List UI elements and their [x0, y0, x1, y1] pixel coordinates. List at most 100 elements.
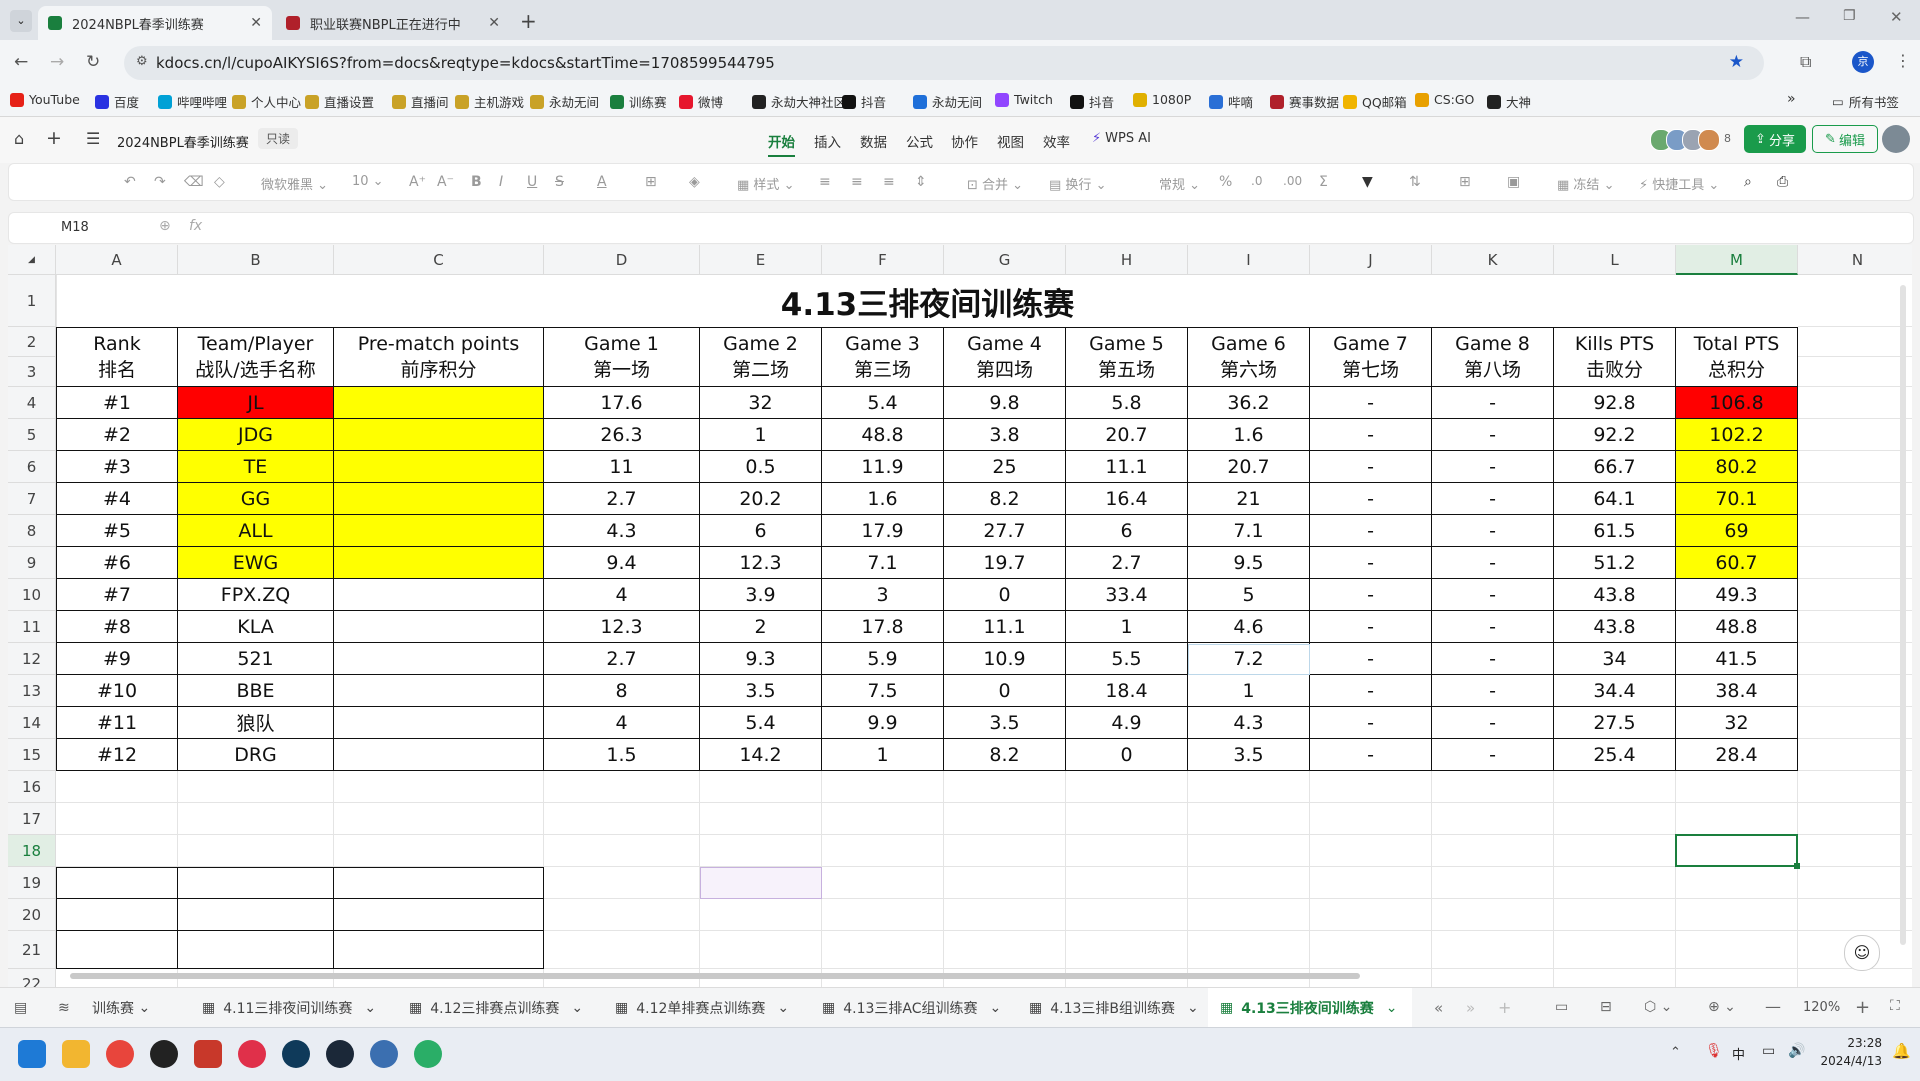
- all-bookmarks-button[interactable]: ▭ 所有书签: [1832, 92, 1899, 111]
- display-icon[interactable]: ▭: [1762, 1043, 1775, 1059]
- team-cell[interactable]: JL: [178, 387, 334, 419]
- total-cell[interactable]: 80.2: [1676, 451, 1798, 483]
- bold-icon[interactable]: B: [471, 174, 482, 190]
- total-cell[interactable]: 38.4: [1676, 675, 1798, 707]
- game2-cell[interactable]: 32: [700, 387, 822, 419]
- zoom-formula-icon[interactable]: ⊕: [159, 218, 171, 234]
- menu-1[interactable]: 插入: [814, 131, 841, 151]
- header-cell[interactable]: Game 6 第六场: [1188, 327, 1310, 387]
- game8-cell[interactable]: -: [1432, 675, 1554, 707]
- decimal-increase-icon[interactable]: .0: [1251, 174, 1262, 188]
- window-close-icon[interactable]: ✕: [1890, 8, 1903, 26]
- sheet-tab[interactable]: ▦ 4.13三排AC组训练赛 ⌄: [810, 988, 1001, 1028]
- game6-cell[interactable]: 9.5: [1188, 547, 1310, 579]
- game8-cell[interactable]: -: [1432, 611, 1554, 643]
- font-size-select[interactable]: 10 ⌄: [352, 174, 384, 189]
- row-header-16[interactable]: 16: [8, 771, 56, 803]
- game8-cell[interactable]: -: [1432, 707, 1554, 739]
- game8-cell[interactable]: -: [1432, 547, 1554, 579]
- menu-6[interactable]: 效率: [1043, 131, 1070, 151]
- game-app-icon[interactable]: [194, 1040, 222, 1068]
- empty-bordered-cell[interactable]: [178, 899, 334, 931]
- vertical-align-icon[interactable]: ⇕: [915, 174, 927, 190]
- team-cell[interactable]: BBE: [178, 675, 334, 707]
- bookmark-item[interactable]: 个人中心: [232, 92, 301, 111]
- menu-icon[interactable]: ☰: [86, 129, 100, 148]
- game3-cell[interactable]: 3: [822, 579, 944, 611]
- menu-3[interactable]: 公式: [906, 131, 933, 151]
- edit-button[interactable]: ✎ 编辑: [1812, 125, 1878, 153]
- bookmark-item[interactable]: 永劫无间: [913, 92, 982, 111]
- empty-bordered-cell[interactable]: [334, 931, 544, 969]
- total-cell[interactable]: 69: [1676, 515, 1798, 547]
- game1-cell[interactable]: 2.7: [544, 483, 700, 515]
- header-cell[interactable]: Game 1 第一场: [544, 327, 700, 387]
- game1-cell[interactable]: 26.3: [544, 419, 700, 451]
- notification-icon[interactable]: 🔔: [1892, 1042, 1911, 1060]
- browser-menu-icon[interactable]: ⋮: [1895, 51, 1911, 70]
- align-right-icon[interactable]: ≡: [883, 174, 895, 190]
- game1-cell[interactable]: 4: [544, 707, 700, 739]
- kills-cell[interactable]: 61.5: [1554, 515, 1676, 547]
- game4-cell[interactable]: 0: [944, 579, 1066, 611]
- url-input[interactable]: ⚙ kdocs.cn/l/cupoAIKYSI6S?from=docs&reqt…: [124, 46, 1764, 80]
- rank-cell[interactable]: #9: [56, 643, 178, 675]
- app-icon[interactable]: [282, 1040, 310, 1068]
- menu-2[interactable]: 数据: [860, 131, 887, 151]
- total-cell[interactable]: 70.1: [1676, 483, 1798, 515]
- header-cell[interactable]: Game 7 第七场: [1310, 327, 1432, 387]
- column-header-c[interactable]: C: [334, 245, 544, 275]
- prematch-cell[interactable]: [334, 739, 544, 771]
- tray-chevron-icon[interactable]: ⌃: [1670, 1045, 1681, 1060]
- row-header-1[interactable]: 1: [8, 275, 56, 327]
- column-header-g[interactable]: G: [944, 245, 1066, 275]
- prematch-cell[interactable]: [334, 451, 544, 483]
- row-header-5[interactable]: 5: [8, 419, 56, 451]
- horizontal-scrollbar[interactable]: [70, 973, 1360, 979]
- game2-cell[interactable]: 5.4: [700, 707, 822, 739]
- team-cell[interactable]: DRG: [178, 739, 334, 771]
- team-cell[interactable]: 521: [178, 643, 334, 675]
- chevron-down-icon[interactable]: ⌄: [1386, 1000, 1398, 1016]
- game4-cell[interactable]: 19.7: [944, 547, 1066, 579]
- game2-cell[interactable]: 20.2: [700, 483, 822, 515]
- wps-ai-button[interactable]: ⚡ WPS AI: [1092, 131, 1151, 146]
- netease-music-icon[interactable]: [238, 1040, 266, 1068]
- game6-cell[interactable]: 21: [1188, 483, 1310, 515]
- bookmarks-overflow-icon[interactable]: »: [1787, 91, 1796, 107]
- game4-cell[interactable]: 25: [944, 451, 1066, 483]
- microphone-icon[interactable]: 🎙: [1705, 1043, 1723, 1059]
- percent-icon[interactable]: %: [1219, 174, 1232, 190]
- game5-cell[interactable]: 11.1: [1066, 451, 1188, 483]
- header-cell[interactable]: Total PTS 总积分: [1676, 327, 1798, 387]
- prematch-cell[interactable]: [334, 547, 544, 579]
- row-header-3[interactable]: 3: [8, 357, 56, 387]
- row-header-4[interactable]: 4: [8, 387, 56, 419]
- sheet-title[interactable]: 4.13三排夜间训练赛: [56, 275, 1798, 327]
- header-cell[interactable]: Game 2 第二场: [700, 327, 822, 387]
- game5-cell[interactable]: 16.4: [1066, 483, 1188, 515]
- game1-cell[interactable]: 8: [544, 675, 700, 707]
- volume-icon[interactable]: 🔊: [1788, 1043, 1805, 1059]
- zoom-out-icon[interactable]: —: [1765, 997, 1781, 1016]
- increase-font-icon[interactable]: A⁺: [409, 174, 426, 190]
- game8-cell[interactable]: -: [1432, 579, 1554, 611]
- kills-cell[interactable]: 25.4: [1554, 739, 1676, 771]
- game3-cell[interactable]: 48.8: [822, 419, 944, 451]
- game5-cell[interactable]: 5.8: [1066, 387, 1188, 419]
- empty-bordered-cell[interactable]: [56, 867, 178, 899]
- windows-start-icon[interactable]: [18, 1040, 46, 1068]
- game7-cell[interactable]: -: [1310, 739, 1432, 771]
- chevron-down-icon[interactable]: ⌄: [777, 1000, 789, 1016]
- game3-cell[interactable]: 17.9: [822, 515, 944, 547]
- sheet-tab[interactable]: ▦ 4.12三排赛点训练赛 ⌄: [397, 988, 583, 1028]
- home-icon[interactable]: ⌂: [14, 129, 24, 148]
- bookmark-item[interactable]: 抖音: [1070, 92, 1114, 111]
- steam-icon[interactable]: [326, 1040, 354, 1068]
- prematch-cell[interactable]: [334, 387, 544, 419]
- game5-cell[interactable]: 5.5: [1066, 643, 1188, 675]
- user-avatar[interactable]: [1882, 125, 1910, 153]
- row-header-14[interactable]: 14: [8, 707, 56, 739]
- team-cell[interactable]: KLA: [178, 611, 334, 643]
- row-header-13[interactable]: 13: [8, 675, 56, 707]
